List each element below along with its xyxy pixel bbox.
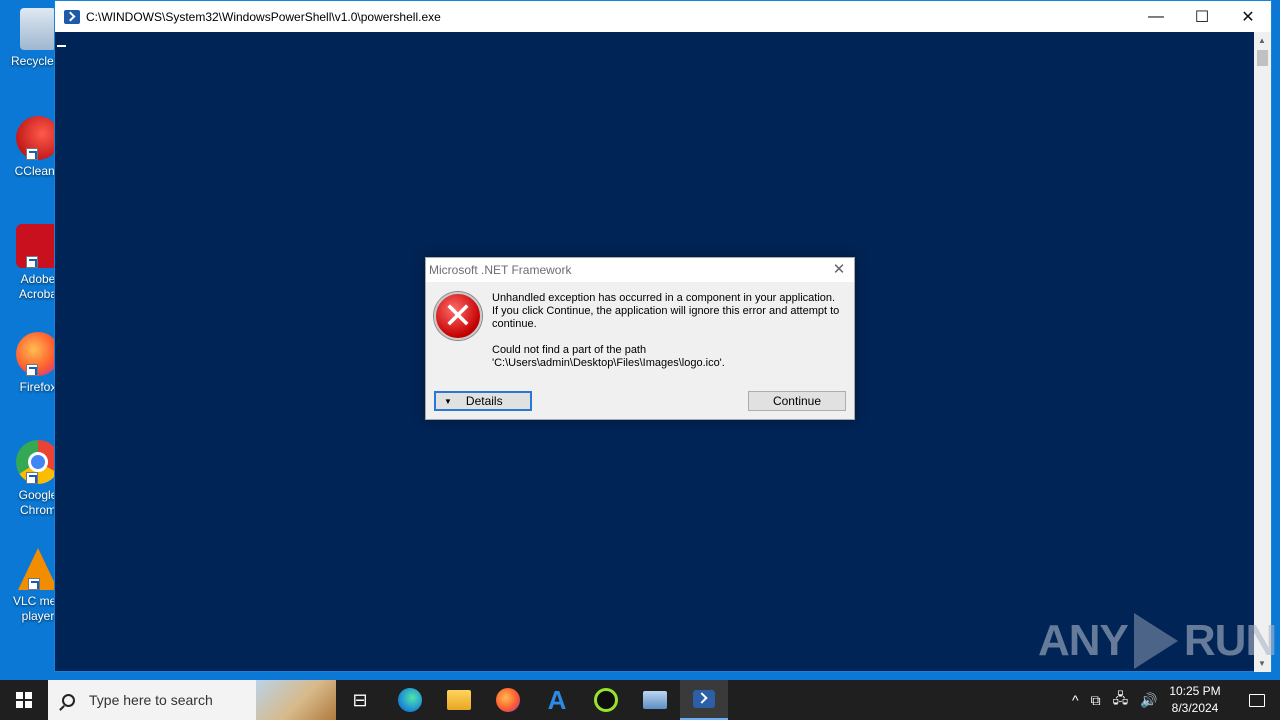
task-view-icon: ⊟ — [352, 689, 368, 710]
meet-now-icon[interactable]: ⧉ — [1091, 692, 1101, 709]
details-button[interactable]: ▼ Details — [434, 391, 532, 411]
minimize-icon: — — [1148, 7, 1164, 25]
minimize-button[interactable]: — — [1133, 1, 1179, 32]
system-tray: ^ ⧉ 🖧 🔊 — [1066, 680, 1164, 720]
error-message-detail: Could not find a part of the path 'C:\Us… — [492, 344, 725, 369]
taskbar-camera-app[interactable] — [582, 680, 630, 720]
close-button[interactable]: ✕ — [1225, 1, 1271, 32]
maximize-button[interactable]: ☐ — [1179, 1, 1225, 32]
anyrun-watermark: ANY RUN — [1038, 612, 1277, 670]
powershell-icon — [64, 9, 80, 24]
vlc-icon — [18, 548, 58, 590]
shortcut-arrow-icon — [26, 472, 38, 484]
chevron-up-icon[interactable]: ^ — [1072, 692, 1079, 708]
task-view-button[interactable]: ⊟ — [336, 680, 384, 720]
clock-time: 10:25 PM — [1169, 684, 1221, 698]
play-logo-icon — [1133, 613, 1178, 669]
close-icon: ✕ — [1241, 8, 1255, 26]
shortcut-arrow-icon — [28, 578, 40, 590]
error-icon: ✕ — [434, 292, 482, 340]
volume-icon[interactable]: 🔊 — [1140, 692, 1157, 709]
recycle-bin-icon — [20, 8, 56, 50]
window-titlebar[interactable]: C:\WINDOWS\System32\WindowsPowerShell\v1… — [55, 1, 1271, 32]
windows-logo-icon — [16, 692, 32, 708]
console-cursor — [57, 45, 66, 47]
network-icon[interactable]: 🖧 — [1113, 688, 1129, 712]
edge-icon — [398, 688, 422, 712]
dialog-titlebar[interactable]: Microsoft .NET Framework ✕ — [426, 258, 854, 282]
powershell-icon — [693, 690, 715, 708]
dialog-close-button[interactable]: ✕ — [830, 261, 848, 279]
taskbar-edge[interactable] — [386, 680, 434, 720]
taskbar-clock[interactable]: 10:25 PM 8/3/2024 — [1160, 683, 1230, 717]
notification-icon — [1249, 693, 1265, 707]
taskbar-firefox[interactable] — [484, 680, 532, 720]
folder-icon — [447, 690, 471, 710]
taskbar: Type here to search ⊟ A ^ ⧉ 🖧 🔊 10:25 PM… — [0, 680, 1280, 720]
dialog-title: Microsoft .NET Framework — [429, 263, 572, 277]
camera-icon — [594, 688, 618, 712]
firefox-icon — [496, 688, 520, 712]
taskbar-this-pc[interactable] — [631, 680, 679, 720]
error-message-main: Unhandled exception has occurred in a co… — [492, 292, 840, 330]
search-placeholder: Type here to search — [89, 692, 213, 708]
taskbar-azure[interactable]: A — [533, 680, 581, 720]
start-button[interactable] — [0, 680, 48, 720]
watermark-text-left: ANY — [1038, 616, 1129, 665]
scrollbar-thumb[interactable] — [1257, 50, 1268, 66]
notifications-button[interactable] — [1234, 680, 1280, 720]
azure-icon: A — [547, 684, 567, 715]
shortcut-arrow-icon — [26, 148, 38, 160]
clock-date: 8/3/2024 — [1171, 701, 1219, 715]
computer-icon — [643, 691, 667, 709]
continue-button[interactable]: Continue — [748, 391, 846, 411]
maximize-icon: ☐ — [1194, 8, 1210, 26]
taskbar-search-box[interactable]: Type here to search — [48, 680, 336, 720]
shortcut-arrow-icon — [26, 364, 38, 376]
shortcut-arrow-icon — [26, 256, 38, 268]
scroll-up-icon[interactable]: ▲ — [1258, 36, 1266, 45]
details-button-label: Details — [465, 394, 503, 408]
triangle-down-icon: ▼ — [444, 396, 452, 406]
search-highlight-image — [256, 680, 336, 720]
window-title: C:\WINDOWS\System32\WindowsPowerShell\v1… — [86, 9, 441, 24]
search-icon — [62, 693, 75, 707]
error-dialog[interactable]: Microsoft .NET Framework ✕ ✕ Unhandled e… — [425, 257, 855, 420]
taskbar-powershell-active[interactable] — [680, 680, 728, 720]
vertical-scrollbar[interactable]: ▲ ▼ — [1254, 32, 1271, 672]
taskbar-file-explorer[interactable] — [435, 680, 483, 720]
watermark-text-right: RUN — [1183, 616, 1277, 665]
dialog-message: Unhandled exception has occurred in a co… — [492, 292, 842, 370]
